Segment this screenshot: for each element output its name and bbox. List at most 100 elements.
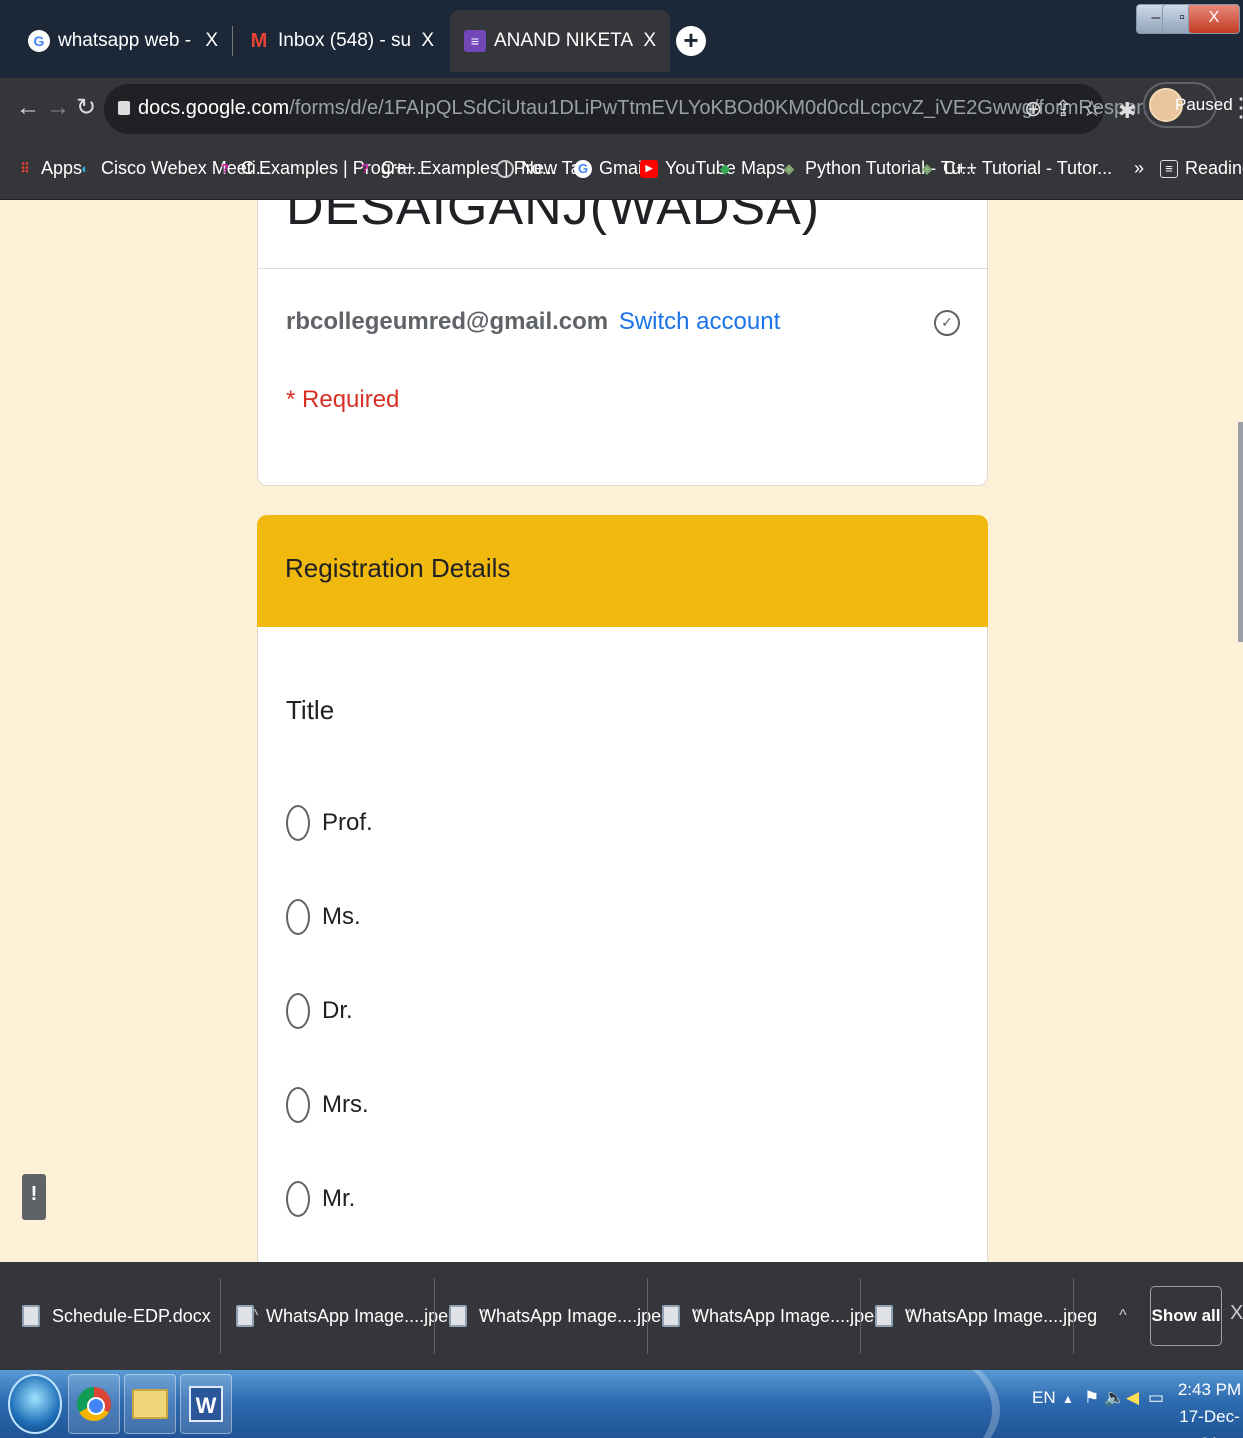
tab-google-form[interactable]: ≡ ANAND NIKETAN COLLEGE ,ANA X [450, 10, 670, 72]
chrome-icon [77, 1387, 111, 1421]
radio-button[interactable] [286, 899, 310, 935]
radio-button[interactable] [286, 1087, 310, 1123]
new-tab-button[interactable]: + [676, 26, 706, 56]
word-taskbar-button[interactable]: W [180, 1374, 232, 1434]
bookmark-gmail[interactable]: G Gmail [574, 158, 646, 179]
bookmark-star-icon[interactable]: ☆ [1082, 96, 1102, 122]
action-center-icon[interactable]: ▭ [1148, 1388, 1164, 1408]
radio-button[interactable] [286, 993, 310, 1029]
bookmark-label: Maps [741, 158, 786, 178]
reading-list-label: Reading list [1185, 158, 1243, 178]
bookmark-maps[interactable]: ◆ Maps [716, 158, 785, 179]
option-label: Mr. [322, 1185, 356, 1212]
show-all-button[interactable]: Show all [1150, 1286, 1222, 1346]
scrollbar[interactable] [1238, 422, 1243, 642]
divider [220, 1278, 221, 1354]
option-label: Prof. [322, 809, 373, 836]
bookmarks-overflow[interactable]: » [1134, 158, 1144, 179]
option-label: Dr. [322, 997, 353, 1024]
google-icon: G [28, 30, 50, 52]
word-icon: W [189, 1386, 223, 1422]
window-close-button[interactable]: X [1188, 4, 1240, 34]
tab-close-icon[interactable]: X [643, 30, 656, 52]
clock-date: 17-Dec-21 [1179, 1407, 1240, 1438]
bookmark-label: C++ Tutorial - Tutor... [943, 158, 1113, 178]
tray-arrow-icon[interactable]: ▲ [1062, 1392, 1074, 1406]
download-item[interactable]: Schedule-EDP.docx ^ [22, 1262, 258, 1370]
radio-option-ms[interactable]: Ms. [286, 899, 361, 935]
bookmark-label: Gmail [599, 158, 647, 178]
zoom-icon[interactable]: ⊕ [1024, 96, 1042, 122]
switch-account-link[interactable]: Switch account [619, 308, 780, 335]
globe-icon [496, 159, 514, 178]
radio-option-prof[interactable]: Prof. [286, 805, 373, 841]
start-button[interactable] [8, 1374, 62, 1434]
download-item[interactable]: WhatsApp Image....jpeg ^ [875, 1262, 1127, 1370]
url-text[interactable]: docs.google.com/forms/d/e/1FAIpQLSdCiUta… [138, 97, 1169, 120]
bookmark-cpp-tutorial[interactable]: ◈ C++ Tutorial - Tutor... [918, 158, 1112, 179]
tab-close-icon[interactable]: X [205, 30, 218, 52]
section-header: Registration Details [257, 515, 988, 627]
browser-menu-icon[interactable]: ⋮ [1228, 92, 1243, 123]
address-bar[interactable]: docs.google.com/forms/d/e/1FAIpQLSdCiUta… [104, 84, 1169, 134]
tab-google-search[interactable]: G whatsapp web - Google Search X [14, 10, 232, 72]
bookmark-apps[interactable]: ⠿ Apps [16, 158, 82, 179]
browser-toolbar: ← → ↻ docs.google.com/forms/d/e/1FAIpQLS… [0, 78, 1243, 140]
image-file-icon [662, 1305, 680, 1327]
share-icon[interactable]: ⇪ [1054, 96, 1072, 122]
chevron-up-icon[interactable]: ^ [1119, 1307, 1127, 1325]
radio-option-mrs[interactable]: Mrs. [286, 1087, 369, 1123]
image-file-icon [449, 1305, 467, 1327]
feedback-icon[interactable]: ! [22, 1174, 46, 1220]
radio-button[interactable] [286, 805, 310, 841]
speaker-icon[interactable]: 🔈 [1104, 1388, 1125, 1408]
lock-icon [118, 101, 130, 115]
option-label: Mrs. [322, 1091, 369, 1118]
reading-list[interactable]: ≡ Reading list [1160, 158, 1243, 179]
flag-icon[interactable]: ◀ [1126, 1388, 1139, 1408]
reload-icon[interactable]: ↻ [76, 94, 96, 122]
network-warning-icon[interactable]: ⚑ [1084, 1388, 1099, 1408]
forward-icon[interactable]: → [46, 94, 70, 122]
close-icon[interactable]: X [1230, 1302, 1243, 1325]
maps-pin-icon: ◆ [720, 160, 730, 176]
download-filename: WhatsApp Image....jpeg [692, 1305, 885, 1326]
section-title: Registration Details [285, 553, 511, 583]
radio-button[interactable] [286, 1181, 310, 1217]
divider [860, 1278, 861, 1354]
tab-label: ANAND NIKETAN COLLEGE ,ANA [494, 30, 634, 51]
required-note: * Required [286, 386, 400, 413]
chrome-taskbar-button[interactable] [68, 1374, 120, 1434]
file-explorer-taskbar-button[interactable] [124, 1374, 176, 1434]
divider [647, 1278, 648, 1354]
radio-option-dr[interactable]: Dr. [286, 993, 353, 1029]
language-indicator[interactable]: EN [1032, 1388, 1056, 1408]
google-icon: G [574, 159, 592, 178]
clock-time: 2:43 PM [1177, 1380, 1242, 1399]
programiz-icon: ? [361, 161, 369, 176]
apps-grid-icon: ⠿ [20, 160, 30, 176]
account-email: rbcollegeumred@gmail.com [286, 308, 609, 335]
divider [434, 1278, 435, 1354]
profile-button[interactable]: Paused [1143, 82, 1233, 128]
radio-option-mr[interactable]: Mr. [286, 1181, 355, 1217]
word-file-icon [22, 1305, 40, 1327]
image-file-icon [236, 1305, 254, 1327]
option-label: Ms. [322, 903, 361, 930]
tutorialspoint-icon: ◈ [922, 160, 932, 176]
form-title: DESAIGANJ(WADSA) [286, 200, 821, 236]
tab-label: whatsapp web - Google Search [58, 30, 195, 51]
google-forms-icon: ≡ [464, 30, 486, 52]
tab-close-icon[interactable]: X [421, 30, 434, 52]
tab-label: Inbox (548) - surekhajunghare01 [278, 30, 412, 51]
programiz-icon: ? [221, 161, 229, 176]
question-title: Title [286, 695, 335, 725]
tab-separator [232, 26, 233, 56]
account-row: rbcollegeumred@gmail.com Switch account [286, 308, 780, 336]
extensions-icon[interactable]: ✱ [1118, 98, 1136, 124]
back-icon[interactable]: ← [16, 94, 40, 122]
tab-gmail-inbox[interactable]: M Inbox (548) - surekhajunghare01 X [234, 10, 448, 72]
system-clock[interactable]: 2:43 PM 17-Dec-21 [1176, 1376, 1243, 1438]
bookmarks-bar: ⠿ Apps ◐ Cisco Webex Meeti... ? C Examples … [0, 140, 1243, 200]
image-file-icon [875, 1305, 893, 1327]
